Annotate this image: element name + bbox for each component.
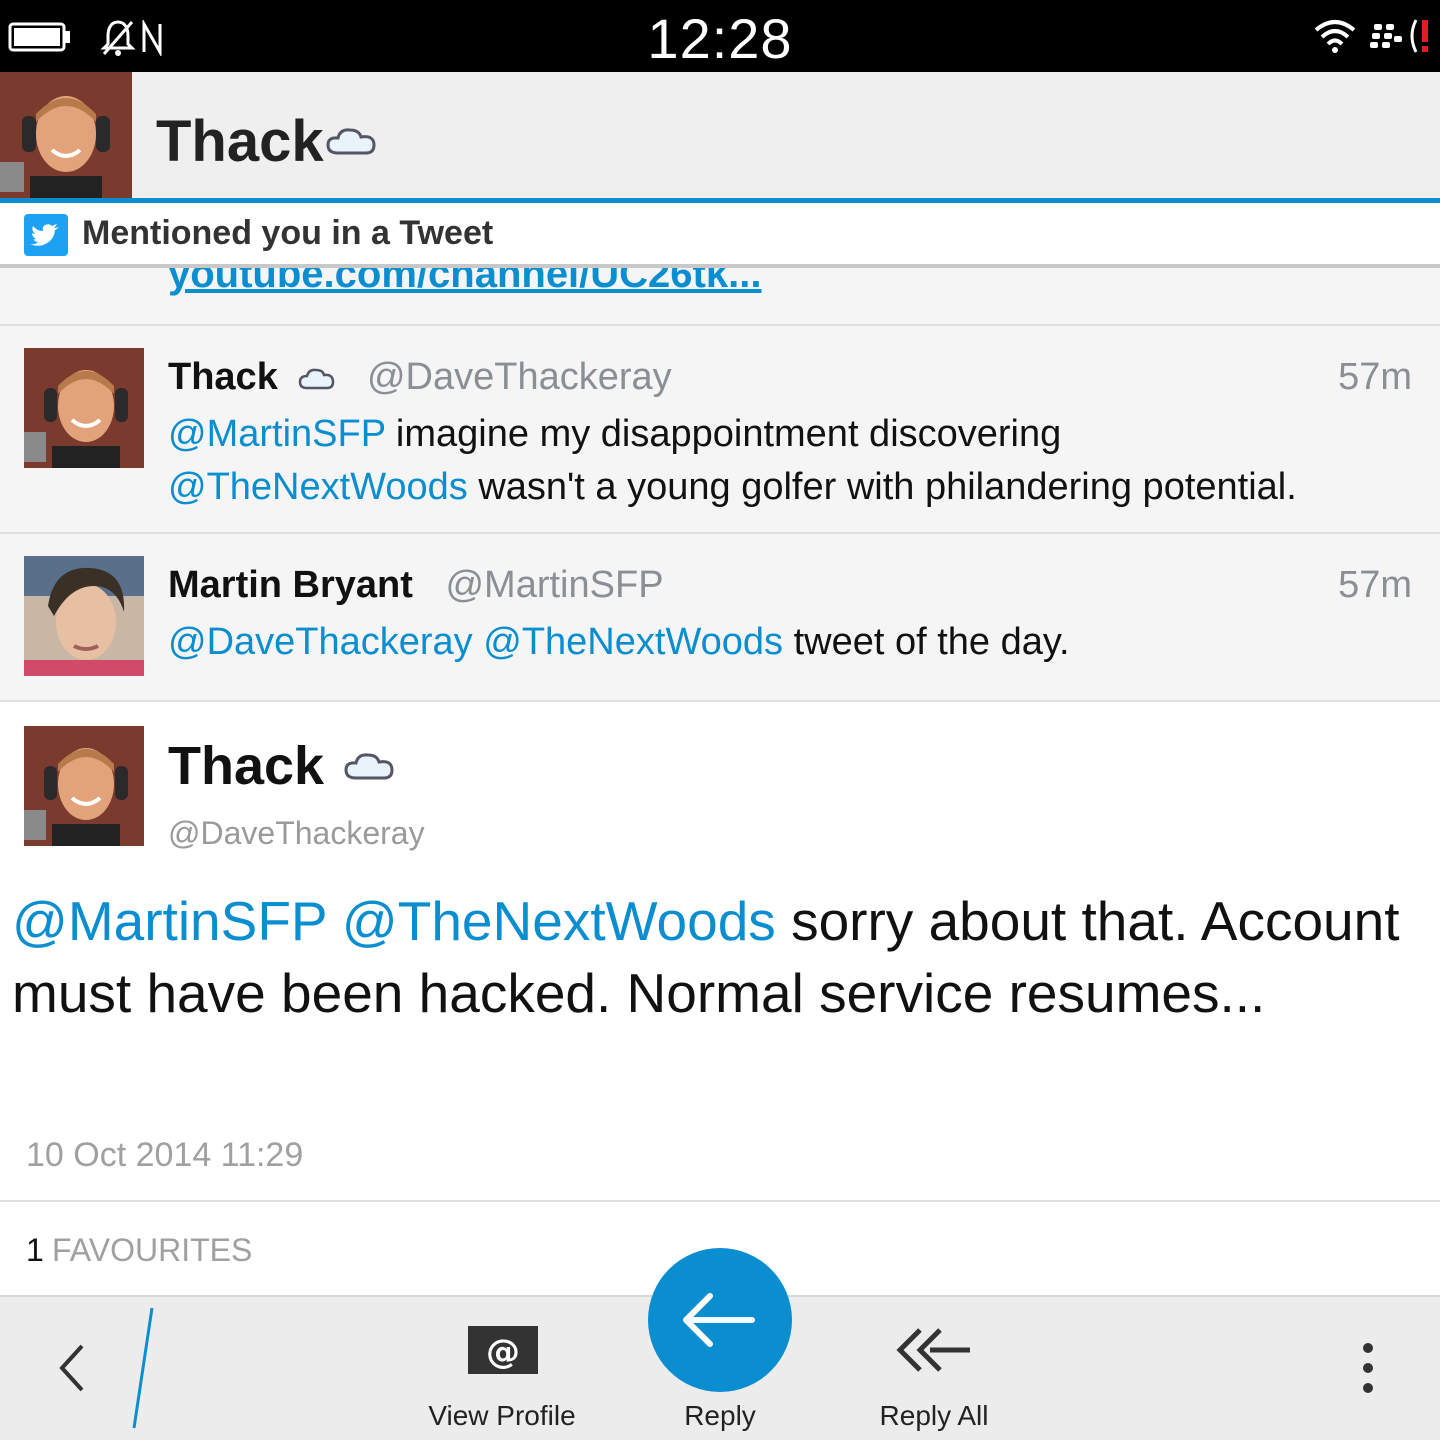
clock: 12:28: [647, 7, 793, 70]
mention-link[interactable]: @MartinSFP: [12, 890, 327, 952]
header-avatar[interactable]: [0, 72, 132, 198]
avatar[interactable]: [24, 556, 144, 676]
avatar[interactable]: [24, 348, 144, 468]
detail-handle[interactable]: @DaveThackeray: [168, 815, 425, 852]
tweet-header: Martin Bryant @MartinSFP: [168, 564, 664, 607]
tweet-text: wasn't a young golfer with philandering …: [467, 466, 1297, 508]
reply-label[interactable]: Reply: [660, 1400, 780, 1432]
detail-divider: [0, 1200, 1440, 1202]
tweet-header: Thack @DaveThackeray: [168, 356, 672, 399]
tweet-body: @DaveThackeray @TheNextWoods tweet of th…: [168, 616, 1428, 669]
tweet-time: 57m: [1338, 356, 1412, 398]
reply-all-icon[interactable]: [894, 1326, 974, 1374]
avatar-photo: [24, 556, 144, 676]
view-profile-button[interactable]: View Profile: [420, 1400, 584, 1432]
mention-link[interactable]: @TheNextWoods: [483, 621, 783, 663]
detail-tweet-body: @MartinSFP @TheNextWoods sorry about tha…: [12, 885, 1412, 1029]
mention-link[interactable]: @DaveThackeray: [168, 621, 473, 663]
reply-arrow-icon: [683, 1293, 755, 1347]
tweet-handle[interactable]: @MartinSFP: [445, 564, 663, 606]
tweet-handle[interactable]: @DaveThackeray: [367, 356, 672, 398]
mention-link[interactable]: @MartinSFP: [168, 413, 385, 455]
detail-avatar[interactable]: [24, 726, 144, 846]
table-row[interactable]: Martin Bryant @MartinSFP 57m @DaveThacke…: [0, 534, 1440, 702]
cloud-icon: [299, 368, 335, 390]
status-bar: 12:28: [0, 0, 1440, 72]
detail-timestamp: 10 Oct 2014 11:29: [26, 1136, 304, 1174]
table-row[interactable]: Thack @DaveThackeray 57m @MartinSFP imag…: [0, 326, 1440, 534]
cloud-icon: [326, 128, 376, 155]
overflow-menu-icon[interactable]: [1356, 1340, 1380, 1400]
favourites-label[interactable]: FAVOURITES: [52, 1232, 252, 1269]
favourites-count[interactable]: 1: [26, 1232, 44, 1269]
mention-link[interactable]: @TheNextWoods: [168, 466, 468, 508]
tweet-text: imagine my disappointment discovering: [385, 413, 1062, 455]
tweet-author[interactable]: Thack: [168, 356, 278, 398]
cloud-icon: [344, 753, 394, 780]
twitter-icon: [24, 214, 68, 256]
reply-button[interactable]: [648, 1248, 792, 1392]
tweet-author[interactable]: Martin Bryant: [168, 564, 413, 606]
tweet-body: @MartinSFP imagine my disappointment dis…: [168, 408, 1428, 514]
avatar-photo: [24, 348, 144, 468]
avatar-photo: [0, 72, 132, 198]
avatar-photo: [24, 726, 144, 846]
mention-link[interactable]: @TheNextWoods: [342, 890, 776, 952]
subheader-label: Mentioned you in a Tweet: [82, 214, 494, 252]
tweet-text: tweet of the day.: [783, 621, 1070, 663]
truncated-link[interactable]: youtube.com/channel/UC26tk...: [168, 268, 761, 297]
detail-author[interactable]: Thack: [168, 735, 324, 797]
tweet-time: 57m: [1338, 564, 1412, 606]
list-item[interactable]: youtube.com/channel/UC26tk...: [0, 268, 1440, 326]
view-profile-icon[interactable]: @: [467, 1325, 539, 1375]
tab-separator: [132, 1307, 154, 1429]
header-title: Thack: [156, 109, 324, 174]
back-icon[interactable]: [52, 1340, 92, 1396]
alert-icon: [1410, 19, 1428, 53]
blackberry-icon: [1370, 24, 1402, 48]
wifi-icon: [1314, 20, 1356, 53]
reply-all-button[interactable]: Reply All: [870, 1400, 998, 1432]
svg-text:@: @: [486, 1332, 520, 1372]
